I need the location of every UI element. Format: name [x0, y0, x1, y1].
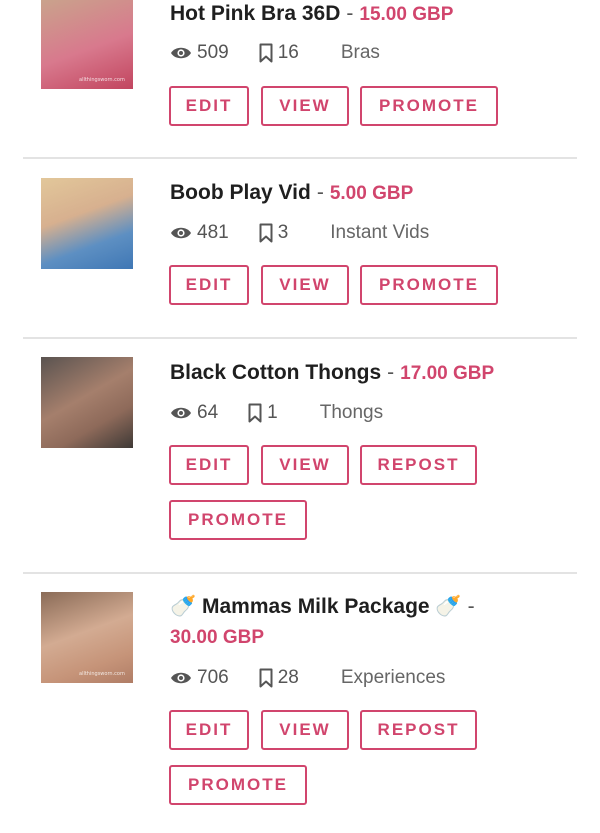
- eye-icon: [171, 407, 191, 419]
- eye-icon: [171, 227, 191, 239]
- listing-stats: 509 16 Bras: [170, 42, 380, 64]
- listing-title-line: Boob Play Vid -5.00 GBP: [170, 181, 413, 205]
- promote-button[interactable]: PROMOTE: [169, 500, 307, 540]
- title-separator: -: [467, 595, 475, 618]
- promote-button[interactable]: PROMOTE: [360, 86, 498, 126]
- save-count: 1: [267, 402, 278, 423]
- listing-title[interactable]: Boob Play Vid: [170, 181, 311, 204]
- title-separator: -: [387, 361, 395, 384]
- listing-category[interactable]: Bras: [341, 42, 380, 64]
- listing-stats: 64 1 Thongs: [170, 402, 383, 424]
- edit-button[interactable]: EDIT: [169, 265, 249, 305]
- thumbnail-watermark: allthingsworn.com: [79, 671, 125, 677]
- listing-price: 17.00 GBP: [400, 363, 495, 384]
- bookmark-icon: [259, 668, 273, 688]
- listing-title[interactable]: Hot Pink Bra 36D: [170, 2, 340, 25]
- view-count: 481: [197, 222, 229, 243]
- save-count: 16: [277, 42, 299, 63]
- title-separator: -: [316, 181, 324, 204]
- view-button[interactable]: VIEW: [261, 265, 349, 305]
- edit-button[interactable]: EDIT: [169, 445, 249, 485]
- repost-button[interactable]: REPOST: [360, 710, 477, 750]
- eye-icon: [171, 672, 191, 684]
- eye-icon: [171, 47, 191, 59]
- promote-button[interactable]: PROMOTE: [360, 265, 498, 305]
- listing-thumbnail[interactable]: allthingsworn.com: [41, 0, 133, 89]
- edit-button[interactable]: EDIT: [169, 710, 249, 750]
- view-button[interactable]: VIEW: [261, 710, 349, 750]
- listing-title[interactable]: 🍼 Mammas Milk Package 🍼: [170, 595, 462, 618]
- bookmark-icon: [259, 43, 273, 63]
- listing-thumbnail[interactable]: [41, 178, 133, 269]
- listing-price: 30.00 GBP: [170, 627, 264, 648]
- listing-title[interactable]: Black Cotton Thongs: [170, 361, 381, 384]
- bookmark-icon: [248, 403, 262, 423]
- listing-title-line: Hot Pink Bra 36D -15.00 GBP: [170, 2, 453, 26]
- listing-title-line: 🍼 Mammas Milk Package 🍼 -: [170, 595, 481, 619]
- title-separator: -: [346, 2, 354, 25]
- view-button[interactable]: VIEW: [261, 445, 349, 485]
- view-count: 509: [197, 42, 229, 63]
- listing-stats: 481 3 Instant Vids: [170, 222, 429, 244]
- listing-thumbnail[interactable]: allthingsworn.com: [41, 592, 133, 683]
- divider: [23, 157, 577, 159]
- divider: [23, 337, 577, 339]
- view-count: 706: [197, 667, 229, 688]
- save-count: 3: [277, 222, 289, 243]
- thumbnail-watermark: allthingsworn.com: [79, 77, 125, 83]
- listing-price: 15.00 GBP: [359, 4, 454, 25]
- divider: [23, 572, 577, 574]
- edit-button[interactable]: EDIT: [169, 86, 249, 126]
- view-button[interactable]: VIEW: [261, 86, 349, 126]
- listing-category[interactable]: Experiences: [341, 667, 446, 689]
- save-count: 28: [277, 667, 299, 688]
- repost-button[interactable]: REPOST: [360, 445, 477, 485]
- listing-thumbnail[interactable]: [41, 357, 133, 448]
- bookmark-icon: [259, 223, 273, 243]
- listing-stats: 706 28 Experiences: [170, 667, 445, 689]
- view-count: 64: [197, 402, 219, 423]
- listing-price: 5.00 GBP: [329, 183, 414, 204]
- listing-title-line: Black Cotton Thongs -17.00 GBP: [170, 361, 494, 385]
- promote-button[interactable]: PROMOTE: [169, 765, 307, 805]
- listing-category[interactable]: Instant Vids: [330, 222, 429, 244]
- listing-category[interactable]: Thongs: [320, 402, 383, 424]
